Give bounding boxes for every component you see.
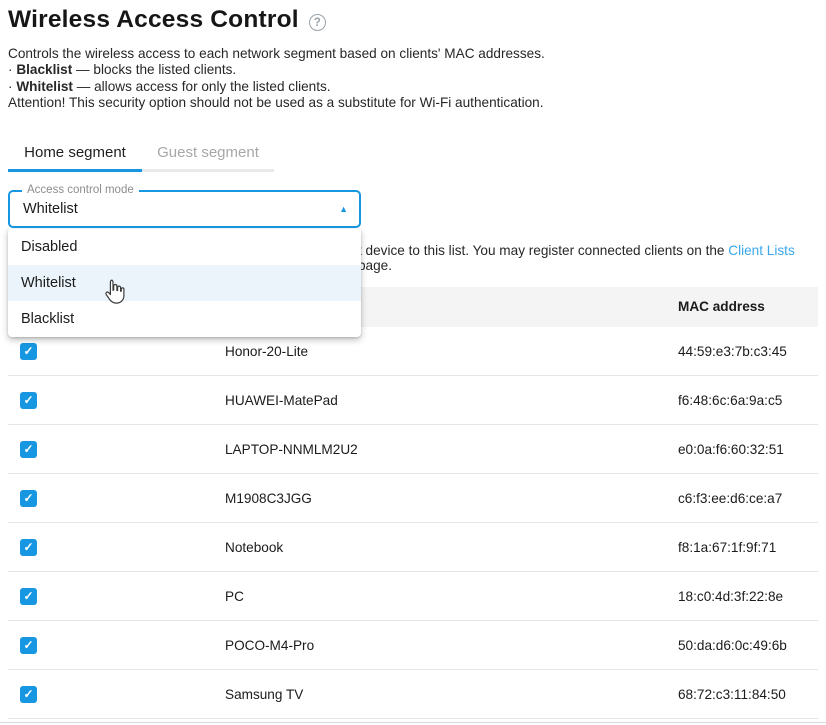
page-title: Wireless Access Control [8, 6, 299, 34]
checkmark-icon: ✓ [23, 343, 33, 360]
device-name-cell: Samsung TV [225, 670, 303, 719]
row-checkbox[interactable]: ✓ [20, 686, 37, 703]
title-row: Wireless Access Control ? [8, 6, 326, 34]
table-row: ✓ LAPTOP-NNMLM2U2 e0:0a:f6:60:32:51 [8, 425, 818, 474]
description-bullet-whitelist: · Whitelist — allows access for only the… [8, 79, 545, 95]
table-row: ✓ POCO-M4-Pro 50:da:d6:0c:49:6b [8, 621, 818, 670]
description-attention: Attention! This security option should n… [8, 95, 545, 111]
row-checkbox[interactable]: ✓ [20, 637, 37, 654]
device-name-cell: Notebook [225, 523, 283, 572]
client-lists-link[interactable]: Client Lists [728, 243, 794, 258]
device-name-cell: M1908C3JGG [225, 474, 312, 523]
tab-guest-segment-label: Guest segment [142, 141, 274, 161]
page-description: Controls the wireless access to each net… [8, 46, 545, 112]
mac-address-cell: f8:1a:67:1f:9f:71 [678, 523, 776, 572]
device-name-cell: LAPTOP-NNMLM2U2 [225, 425, 358, 474]
checkmark-icon: ✓ [23, 637, 33, 654]
row-checkbox[interactable]: ✓ [20, 441, 37, 458]
mac-address-cell: 18:c0:4d:3f:22:8e [678, 572, 783, 621]
row-checkbox[interactable]: ✓ [20, 392, 37, 409]
access-control-mode-select[interactable]: Access control mode Whitelist ▲ [8, 190, 361, 228]
row-checkbox[interactable]: ✓ [20, 490, 37, 507]
mac-address-cell: f6:48:6c:6a:9a:c5 [678, 376, 782, 425]
option-blacklist[interactable]: Blacklist [8, 301, 361, 337]
clients-table: MAC address ✓ Honor-20-Lite 44:59:e3:7b:… [8, 287, 818, 719]
chevron-up-icon: ▲ [339, 192, 348, 227]
bottom-divider [0, 722, 826, 723]
checkmark-icon: ✓ [23, 539, 33, 556]
table-row: ✓ Samsung TV 68:72:c3:11:84:50 [8, 670, 818, 719]
table-row: ✓ HUAWEI-MatePad f6:48:6c:6a:9a:c5 [8, 376, 818, 425]
row-checkbox[interactable]: ✓ [20, 539, 37, 556]
description-line-1: Controls the wireless access to each net… [8, 46, 545, 62]
option-whitelist[interactable]: Whitelist [8, 265, 361, 301]
checkmark-icon: ✓ [23, 441, 33, 458]
description-bullet-blacklist: · Blacklist — blocks the listed clients. [8, 62, 545, 78]
table-row: ✓ PC 18:c0:4d:3f:22:8e [8, 572, 818, 621]
segment-tabs: Home segment Guest segment [8, 141, 274, 172]
device-name-cell: PC [225, 572, 244, 621]
access-control-mode-value: Whitelist [23, 192, 78, 227]
row-checkbox[interactable]: ✓ [20, 343, 37, 360]
tab-guest-segment[interactable]: Guest segment [142, 141, 274, 172]
mac-address-cell: c6:f3:ee:d6:ce:a7 [678, 474, 782, 523]
wireless-access-control-page: Wireless Access Control ? Controls the w… [8, 0, 818, 725]
help-icon[interactable]: ? [309, 14, 326, 31]
note-text-start: t device to this list. You may register … [358, 243, 728, 258]
row-checkbox[interactable]: ✓ [20, 588, 37, 605]
device-name-cell: HUAWEI-MatePad [225, 376, 338, 425]
tab-home-segment-label: Home segment [8, 141, 142, 161]
note-text-end: page. [358, 258, 392, 273]
tab-home-segment[interactable]: Home segment [8, 141, 142, 172]
option-disabled[interactable]: Disabled [8, 229, 361, 265]
checkmark-icon: ✓ [23, 490, 33, 507]
mac-address-column-header: MAC address [678, 287, 765, 327]
access-control-mode-dropdown: Disabled Whitelist Blacklist [8, 229, 361, 337]
register-clients-note: t device to this list. You may register … [358, 243, 818, 273]
mac-address-cell: e0:0a:f6:60:32:51 [678, 425, 784, 474]
checkmark-icon: ✓ [23, 686, 33, 703]
table-row: ✓ M1908C3JGG c6:f3:ee:d6:ce:a7 [8, 474, 818, 523]
checkmark-icon: ✓ [23, 392, 33, 409]
device-name-cell: POCO-M4-Pro [225, 621, 314, 670]
table-row: ✓ Notebook f8:1a:67:1f:9f:71 [8, 523, 818, 572]
mac-address-cell: 50:da:d6:0c:49:6b [678, 621, 787, 670]
mac-address-cell: 68:72:c3:11:84:50 [678, 670, 786, 719]
checkmark-icon: ✓ [23, 588, 33, 605]
mac-address-cell: 44:59:e3:7b:c3:45 [678, 327, 787, 376]
